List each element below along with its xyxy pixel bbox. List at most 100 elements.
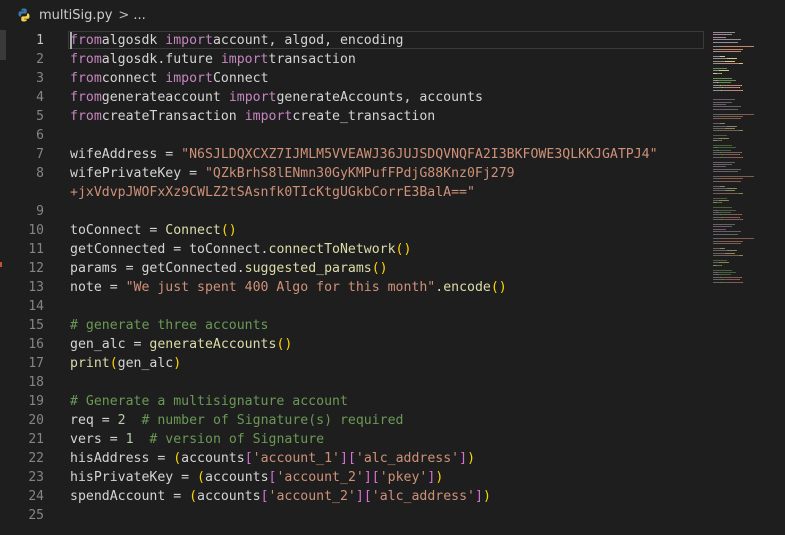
minimap-line <box>713 58 727 60</box>
code-line[interactable]: 5 fromcreateTransaction importcreate_tran… <box>0 107 705 126</box>
minimap-line <box>715 164 723 165</box>
minimap-line <box>727 250 736 252</box>
code-token: () <box>220 223 237 238</box>
minimap-line <box>727 125 736 127</box>
minimap-line <box>724 185 725 187</box>
minimap-line <box>713 56 720 57</box>
code-line[interactable]: 22 hisAddress = (accounts['account_1']['a… <box>0 449 705 468</box>
code-text: wifePrivateKey = "QZkBrhS8lENmn30GyKMPuf… <box>70 164 515 183</box>
minimap-line <box>713 123 720 125</box>
breadcrumb-more[interactable]: ... <box>133 8 145 23</box>
code-line[interactable]: 7 wifeAddress = "N6SJLDQXCXZ7IJMLM5VVEAWJ… <box>0 145 705 164</box>
minimap-line <box>733 152 740 153</box>
minimap-line <box>717 130 738 132</box>
code-line[interactable]: 17 print(gen_alc) <box>0 354 705 373</box>
minimap-line <box>739 216 740 218</box>
minimap-line <box>713 260 727 261</box>
code-token: # generate three accounts <box>70 318 269 333</box>
code-line[interactable]: 4 fromgenerateaccount importgenerateAccou… <box>0 88 705 107</box>
minimap[interactable] <box>705 30 785 535</box>
code-line[interactable]: 1 fromalgosdk importaccount, algod, encod… <box>0 31 705 50</box>
code-line[interactable]: 24 spendAccount = (accounts['account_2'][… <box>0 487 705 506</box>
minimap-line <box>728 108 738 110</box>
code-text: +jxVdvpJWOFxXz9CWLZ2tSAsnfk0TIcKtgUGkbCo… <box>70 183 475 202</box>
breadcrumb-file[interactable]: multiSig.py <box>39 8 112 23</box>
code-line[interactable]: 20 req = 2 # number of Signature(s) requi… <box>0 411 705 430</box>
code-token: ) <box>467 451 476 466</box>
line-number: 9 <box>36 204 44 219</box>
code-line[interactable]: 9 <box>0 202 705 221</box>
minimap-line <box>713 276 720 278</box>
code-line[interactable]: 16 gen_alc = generateAccounts() <box>0 335 705 354</box>
code-token: Connect <box>165 223 221 238</box>
code-token: "N6SJLDQXCXZ7IJMLM5VVEAWJ36JUJSDQVNQFA2I… <box>181 147 658 162</box>
code-line[interactable]: 15 # generate three accounts <box>0 316 705 335</box>
minimap-line <box>713 243 741 245</box>
code-line[interactable]: 21 vers = 1 # version of Signature <box>0 430 705 449</box>
minimap-line <box>713 128 725 129</box>
code-token: () <box>276 337 293 352</box>
code-token: generateAccounts, accounts <box>276 90 483 105</box>
code-editor[interactable]: 1 fromalgosdk importaccount, algod, encod… <box>0 30 705 535</box>
minimap-line <box>713 279 722 281</box>
line-number: 23 <box>28 470 44 485</box>
minimap-line <box>715 171 725 173</box>
minimap-line <box>718 147 736 149</box>
minimap-line <box>734 156 741 158</box>
code-token: ) <box>173 356 182 371</box>
code-token: () <box>395 242 412 257</box>
code-token: ( <box>173 451 182 466</box>
minimap-line <box>727 188 736 189</box>
code-line[interactable]: 18 <box>0 373 705 392</box>
line-number: 13 <box>28 280 44 295</box>
code-line[interactable]: 3 fromconnect importConnect <box>0 69 705 88</box>
minimap-line <box>722 166 726 168</box>
minimap-line <box>713 156 721 158</box>
line-number: 2 <box>36 52 44 67</box>
minimap-line <box>734 281 741 283</box>
line-number: 22 <box>28 451 44 466</box>
minimap-line <box>721 264 722 266</box>
minimap-line <box>728 70 729 72</box>
minimap-line <box>726 164 732 165</box>
code-line[interactable]: 14 <box>0 297 705 316</box>
minimap-line <box>718 80 736 81</box>
code-text: # Generate a multisignature account <box>70 392 348 411</box>
text-cursor <box>70 32 72 49</box>
code-token: () <box>490 280 507 295</box>
code-line[interactable]: 8 wifePrivateKey = "QZkBrhS8lENmn30GyKMPu… <box>0 164 705 183</box>
minimap-line <box>728 200 729 201</box>
code-text: gen_alc = generateAccounts() <box>70 335 292 354</box>
code-token: Connect <box>212 71 269 86</box>
minimap-line <box>713 185 720 187</box>
code-token: ( <box>189 489 198 504</box>
minimap-line <box>713 240 722 242</box>
breadcrumb: multiSig.py > ... <box>0 0 785 30</box>
minimap-line <box>739 279 740 281</box>
code-line[interactable]: 13 note = "We just spent 400 Algo for thi… <box>0 278 705 297</box>
minimap-line <box>741 152 742 153</box>
minimap-line <box>718 272 736 273</box>
code-line[interactable]: +jxVdvpJWOFxXz9CWLZ2tSAsnfk0TIcKtgUGkbCo… <box>0 183 705 202</box>
minimap-line <box>725 128 734 129</box>
minimap-line <box>719 212 731 213</box>
code-line[interactable]: 12 params = getConnected.suggested_params… <box>0 259 705 278</box>
code-line[interactable]: 23 hisPrivateKey = (accounts['account_2']… <box>0 468 705 487</box>
minimap-line <box>713 51 741 53</box>
code-token: note = <box>70 280 126 295</box>
code-line[interactable]: 10 toConnect = Connect() <box>0 221 705 240</box>
minimap-line <box>713 216 722 218</box>
minimap-line <box>741 84 742 86</box>
line-number: 11 <box>28 242 44 257</box>
code-text: # generate three accounts <box>70 316 269 335</box>
code-token: req = <box>70 413 118 428</box>
code-line[interactable]: 11 getConnected = toConnect.connectToNetw… <box>0 240 705 259</box>
code-token: accounts <box>197 489 261 504</box>
code-line[interactable]: 6 <box>0 126 705 145</box>
code-line[interactable]: 2 fromalgosdk.future importtransaction <box>0 50 705 69</box>
code-line[interactable]: 25 <box>0 506 705 525</box>
minimap-line <box>715 34 723 36</box>
code-line[interactable]: 19 # Generate a multisignature account <box>0 392 705 411</box>
minimap-line <box>736 58 737 60</box>
code-token: ][ <box>363 470 380 485</box>
